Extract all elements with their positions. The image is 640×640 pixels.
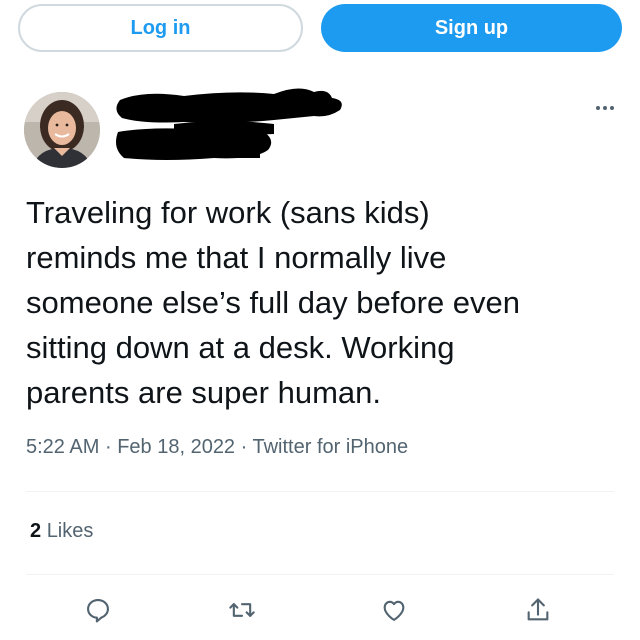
tweet-time[interactable]: 5:22 AM <box>26 436 99 458</box>
likes-count[interactable]: 2 Likes <box>30 520 93 543</box>
tweet-date[interactable]: Feb 18, 2022 <box>117 436 235 458</box>
login-button[interactable]: Log in <box>18 4 303 52</box>
avatar-image <box>24 92 100 168</box>
heart-icon <box>383 600 405 621</box>
likes-label: Likes <box>46 520 94 542</box>
share-icon <box>527 598 549 621</box>
retweet-icon <box>229 603 255 617</box>
signup-button[interactable]: Sign up <box>321 4 622 52</box>
tweet-source[interactable]: Twitter for iPhone <box>253 436 409 458</box>
likes-number: 2 <box>30 520 42 542</box>
share-button[interactable] <box>522 594 554 626</box>
reply-icon <box>87 599 109 623</box>
tweet-header <box>22 88 622 168</box>
action-bar <box>0 594 640 634</box>
meta-separator: · <box>104 436 112 458</box>
retweet-button[interactable] <box>226 594 258 626</box>
redacted-username <box>116 88 342 160</box>
divider <box>26 574 614 575</box>
divider <box>26 491 614 492</box>
tweet-page: Log in Sign up Traveling for work (sans … <box>0 0 640 640</box>
auth-bar: Log in Sign up <box>18 4 622 54</box>
tweet-text: Traveling for work (sans kids) reminds m… <box>26 195 521 410</box>
tweet-meta: 5:22 AM · Feb 18, 2022 · Twitter for iPh… <box>26 436 408 459</box>
more-icon[interactable] <box>590 98 620 118</box>
meta-separator: · <box>240 436 248 458</box>
avatar[interactable] <box>24 92 100 168</box>
like-button[interactable] <box>378 594 410 626</box>
reply-button[interactable] <box>82 594 114 626</box>
